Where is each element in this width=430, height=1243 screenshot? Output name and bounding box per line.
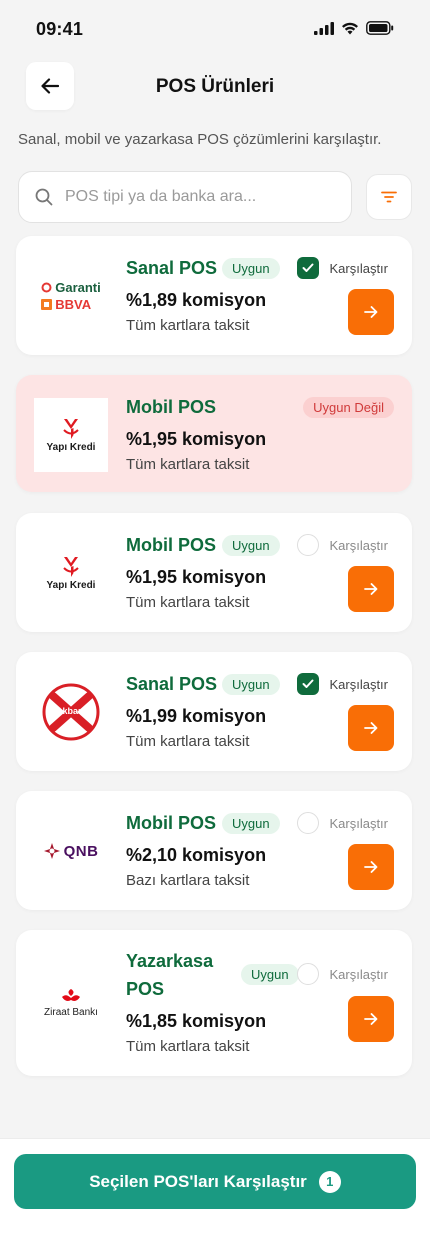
compare-label: Karşılaştır [329, 260, 388, 276]
garanti-logo-icon [41, 282, 52, 293]
details-button[interactable] [348, 844, 394, 890]
wifi-icon [342, 22, 358, 34]
commission-rate: %1,89 komisyon [126, 290, 267, 310]
bank-logo: Yapı Kredi [34, 536, 108, 610]
cta-label: Seçilen POS'ları Karşılaştır [89, 1171, 307, 1191]
yapikredi-logo-icon [63, 418, 79, 439]
pos-card[interactable]: Yapı Kredi Mobil POS Uygun Değil %1,95 k… [16, 375, 412, 492]
search-box[interactable] [18, 171, 352, 223]
commission-rate: %1,85 komisyon [126, 1011, 267, 1031]
pos-type: Mobil POS [126, 397, 216, 417]
installment-info: Tüm kartlara taksit [126, 1038, 250, 1055]
logo-text: Akbank [56, 706, 89, 716]
pos-type-line: Yazarkasa [126, 951, 214, 971]
logo-text: Yapı Kredi [46, 441, 96, 453]
logo-text: QNB [63, 842, 99, 860]
status-badge: Uygun [222, 813, 280, 834]
installment-info: Tüm kartlara taksit [126, 456, 250, 473]
status-bar: 09:41 [0, 0, 430, 58]
logo-text: BBVA [55, 297, 92, 312]
compare-toggle[interactable]: Karşılaştır [297, 963, 388, 985]
commission-rate: %2,10 komisyon [126, 845, 267, 865]
pos-card[interactable]: Ziraat Bankı Yazarkasa POS Uygun Karşıla… [16, 930, 412, 1076]
compare-toggle[interactable]: Karşılaştır [297, 812, 388, 834]
filter-icon [381, 191, 397, 203]
selected-count-badge: 1 [318, 1170, 341, 1193]
status-badge: Uygun [222, 535, 280, 556]
compare-label: Karşılaştır [329, 676, 388, 692]
commission-rate: %1,95 komisyon [126, 567, 267, 587]
pos-card[interactable]: QNB Mobil POS Uygun Karşılaştır %2,10 ko… [16, 791, 412, 910]
compare-toggle[interactable]: Karşılaştır [297, 257, 388, 279]
compare-checkbox[interactable] [297, 963, 320, 985]
bank-logo: Garanti BBVA [34, 259, 108, 333]
compare-label: Karşılaştır [329, 537, 388, 553]
details-button[interactable] [348, 996, 394, 1042]
ziraat-logo-icon [61, 989, 80, 1001]
pos-card[interactable]: Garanti BBVA Sanal POS Uygun Karşılaştır… [16, 236, 412, 355]
pos-type: Mobil POS [126, 813, 216, 833]
header: POS Ürünleri [0, 62, 430, 114]
yapikredi-logo-icon [63, 556, 79, 577]
bank-logo: Yapı Kredi [34, 398, 108, 472]
pos-card[interactable]: Akbank Sanal POS Uygun Karşılaştır %1,99… [16, 652, 412, 771]
bottom-bar: Seçilen POS'ları Karşılaştır 1 [0, 1138, 430, 1243]
arrow-right-icon [364, 583, 378, 595]
compare-checkbox[interactable] [297, 534, 320, 556]
commission-rate: %1,99 komisyon [126, 706, 267, 726]
search-icon [35, 188, 53, 206]
installment-info: Tüm kartlara taksit [126, 594, 250, 611]
status-badge: Uygun [241, 964, 299, 985]
compare-checkbox[interactable] [297, 812, 320, 834]
bbva-logo-icon [41, 299, 53, 310]
arrow-right-icon [364, 1013, 378, 1025]
pos-type: Sanal POS [126, 674, 218, 694]
qnb-logo-icon [43, 843, 60, 859]
pos-card[interactable]: Yapı Kredi Mobil POS Uygun Karşılaştır %… [16, 513, 412, 632]
pos-type-line: POS [126, 979, 165, 999]
installment-info: Tüm kartlara taksit [126, 733, 250, 750]
status-badge: Uygun [222, 674, 280, 695]
details-button[interactable] [348, 289, 394, 335]
pos-type: Mobil POS [126, 535, 216, 555]
status-icons [314, 21, 394, 35]
compare-toggle[interactable]: Karşılaştır [297, 673, 388, 695]
details-button[interactable] [348, 705, 394, 751]
arrow-right-icon [364, 861, 378, 873]
bank-logo: Akbank [34, 675, 108, 749]
arrow-right-icon [364, 306, 378, 318]
signal-icon [314, 21, 334, 35]
status-badge: Uygun [222, 258, 280, 279]
details-button[interactable] [348, 566, 394, 612]
compare-label: Karşılaştır [329, 815, 388, 831]
pos-type: Yazarkasa POS [126, 947, 213, 1003]
logo-text: Yapı Kredi [46, 579, 96, 591]
checkmark-icon [302, 263, 314, 272]
installment-info: Tüm kartlara taksit [126, 317, 250, 334]
installment-info: Bazı kartlara taksit [126, 872, 250, 889]
compare-toggle[interactable]: Karşılaştır [297, 534, 388, 556]
compare-selected-button[interactable]: Seçilen POS'ları Karşılaştır 1 [14, 1154, 416, 1209]
page-subtitle: Sanal, mobil ve yazarkasa POS çözümlerin… [18, 131, 382, 148]
pos-type: Sanal POS [126, 258, 218, 278]
compare-checkbox[interactable] [297, 257, 320, 279]
bank-logo: Ziraat Bankı [34, 966, 108, 1040]
filter-button[interactable] [366, 174, 412, 220]
arrow-right-icon [364, 722, 378, 734]
status-time: 09:41 [36, 19, 84, 39]
commission-rate: %1,95 komisyon [126, 429, 267, 449]
logo-text: Ziraat Bankı [44, 1007, 98, 1018]
compare-checkbox[interactable] [297, 673, 320, 695]
compare-label: Karşılaştır [329, 966, 388, 982]
battery-icon [366, 21, 394, 35]
logo-text: Garanti [55, 280, 101, 295]
page-title: POS Ürünleri [155, 76, 275, 97]
status-badge: Uygun Değil [303, 397, 394, 418]
search-input[interactable] [65, 188, 335, 206]
checkmark-icon [302, 679, 314, 688]
bank-logo: QNB [34, 814, 108, 888]
